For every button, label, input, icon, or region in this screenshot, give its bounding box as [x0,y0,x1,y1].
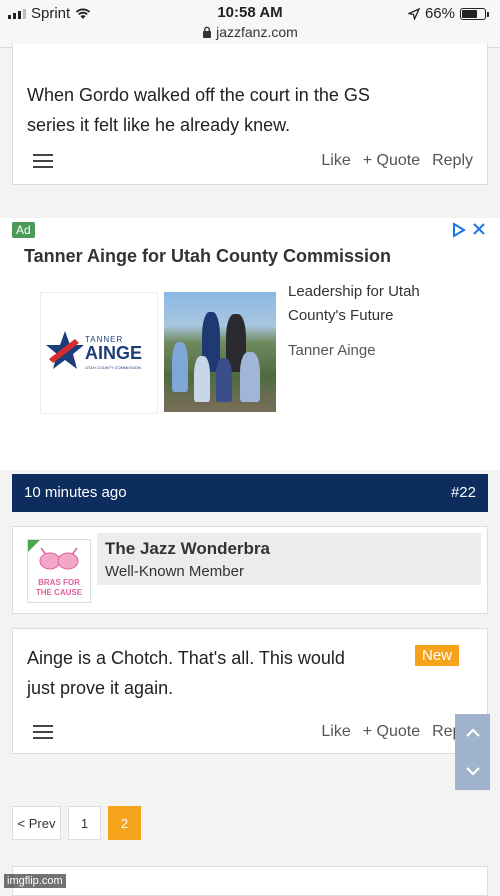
battery-icon [460,7,489,20]
ad-badge: Ad [12,222,35,238]
username[interactable]: The Jazz Wonderbra [105,539,270,559]
logo-text-name: AINGE [85,343,143,363]
url-text: jazzfanz.com [216,24,298,40]
chevron-down-icon [465,767,480,776]
advertisement[interactable]: Ad Tanner Ainge for Utah County Commissi… [0,218,500,470]
post-menu-icon[interactable] [33,154,53,168]
ad-description-line: Leadership for Utah [288,283,420,300]
page-1-button[interactable]: 1 [68,806,101,840]
status-bar: Sprint 10:58 AM jazzfanz.com 66% [0,0,500,48]
quote-button[interactable]: + Quote [363,723,420,741]
battery-percent: 66% [424,5,455,22]
close-icon[interactable] [472,222,486,236]
status-right: 66% [407,5,489,22]
page-2-button[interactable]: 2 [108,806,141,840]
post-number[interactable]: #22 [451,484,476,501]
post-time[interactable]: 10 minutes ago [24,484,127,501]
quote-button[interactable]: + Quote [363,152,420,170]
watermark: imgflip.com [4,874,66,888]
avatar[interactable]: BRAS FOR THE CAUSE [27,539,91,603]
post: Ainge is a Chotch. That's all. This woul… [12,628,488,754]
user-title: Well-Known Member [105,563,244,580]
star-logo-icon [46,331,84,369]
scroll-up-button[interactable] [455,714,490,752]
previous-post: When Gordo walked off the court in the G… [12,44,488,185]
ad-logo: TANNER AINGE UTAH COUNTY COMMISSION [40,292,158,414]
post-text-line: Ainge is a Chotch. That's all. This woul… [27,648,345,668]
scroll-buttons [455,714,490,790]
prev-page-button[interactable]: < Prev [12,806,61,840]
reply-button[interactable]: Reply [432,152,473,170]
adchoices-icon[interactable] [452,222,466,238]
post-text-line: series it felt like he already knew. [27,115,291,135]
like-button[interactable]: Like [321,723,350,741]
post-text-line: just prove it again. [27,678,174,698]
url-bar[interactable]: jazzfanz.com [0,24,500,40]
location-arrow-icon [407,7,420,20]
ad-advertiser: Tanner Ainge [288,342,376,359]
like-button[interactable]: Like [321,152,350,170]
user-card: BRAS FOR THE CAUSE The Jazz Wonderbra We… [12,526,488,614]
ad-photo [164,292,276,412]
post-header-bar: 10 minutes ago #22 [12,474,488,512]
scroll-down-button[interactable] [455,752,490,790]
ad-description-line: County's Future [288,307,394,324]
bra-icon [39,547,79,570]
ad-title[interactable]: Tanner Ainge for Utah County Commission [24,246,391,267]
new-badge: New [414,645,459,666]
lock-icon [203,26,212,38]
avatar-text: BRAS FOR [38,578,80,587]
avatar-text: THE CAUSE [35,588,83,597]
logo-text-sub: UTAH COUNTY COMMISSION [85,365,141,370]
chevron-up-icon [465,728,480,737]
post-text-line: When Gordo walked off the court in the G… [27,85,370,105]
next-card [12,866,488,896]
post-menu-icon[interactable] [33,725,53,739]
